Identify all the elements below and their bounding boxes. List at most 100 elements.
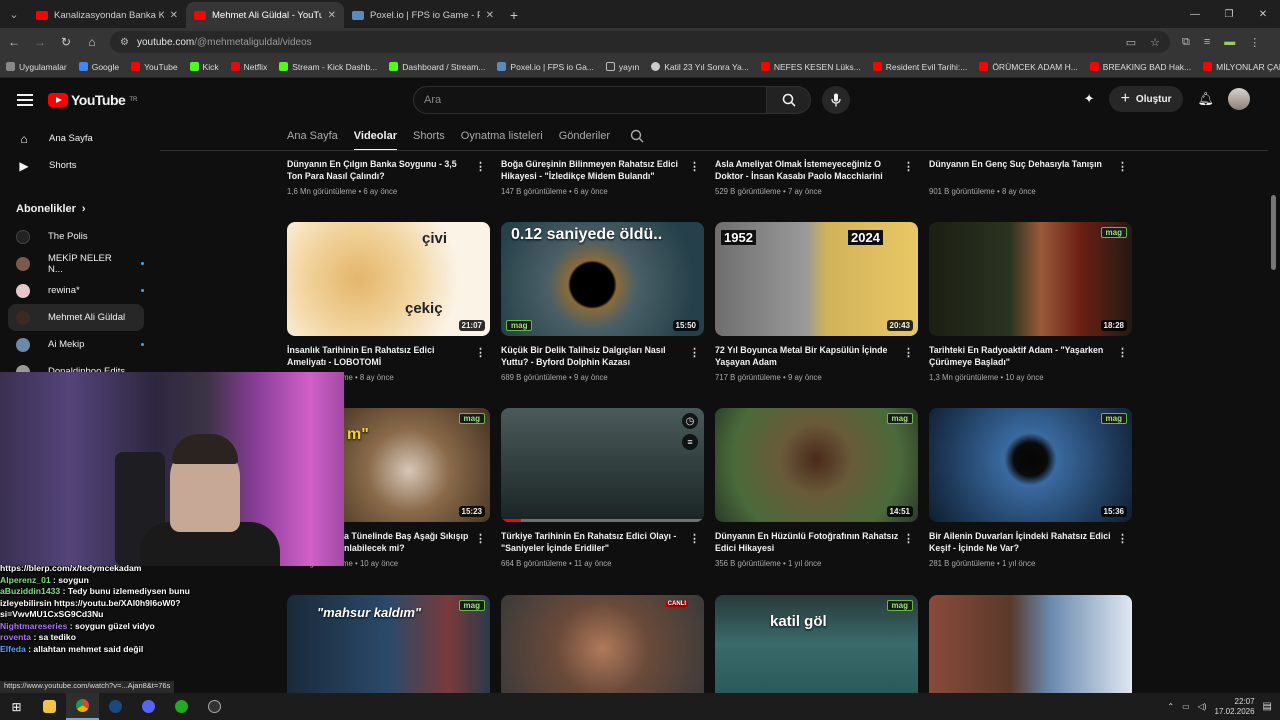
close-tab-icon[interactable]: ✕: [328, 10, 336, 21]
search-input[interactable]: Ara: [413, 86, 767, 114]
tab-home[interactable]: Ana Sayfa: [287, 130, 338, 142]
minimize-icon[interactable]: —: [1178, 0, 1212, 28]
tab-videos[interactable]: Videolar: [353, 130, 398, 151]
bookmark-katil[interactable]: Katil 23 Yıl Sonra Ya...: [651, 62, 749, 72]
browser-menu-icon[interactable]: ⋮: [1249, 36, 1260, 49]
page-scrollbar[interactable]: [1271, 195, 1276, 270]
watch-later-icon[interactable]: ◷: [682, 413, 698, 429]
bookmark-apps[interactable]: Uygulamalar: [6, 62, 67, 72]
notifications-bell-icon[interactable]: 🔔︎: [1197, 91, 1214, 107]
add-to-queue-icon[interactable]: ≡: [682, 434, 698, 450]
video-thumbnail[interactable]: [929, 595, 1132, 693]
notifications-icon[interactable]: ▤: [1263, 701, 1272, 712]
browser-tab-1[interactable]: Kanalizasyondan Banka Kasasın ✕: [28, 2, 186, 28]
url-bar[interactable]: ⚙ youtube.com /@mehmetaliguldal/videos ▭…: [110, 31, 1170, 53]
bookmark-kick-dashboard[interactable]: Stream - Kick Dashb...: [279, 62, 377, 72]
sidebar-sub-item[interactable]: The Polis: [8, 223, 144, 250]
sidebar-sub-item[interactable]: Ai Mekip: [8, 331, 144, 358]
search-button[interactable]: [767, 86, 811, 114]
more-actions-icon[interactable]: ⋮: [1117, 346, 1128, 359]
more-actions-icon[interactable]: ⋮: [903, 346, 914, 359]
bookmark-netflix[interactable]: Netflix: [230, 62, 267, 72]
hamburger-menu-icon[interactable]: [17, 94, 33, 106]
video-thumbnail[interactable]: "mahsur kaldım" mag: [287, 595, 490, 693]
account-avatar[interactable]: [1228, 88, 1250, 110]
video-card[interactable]: çivi çekiç 21:07 İnsanlık Tarihinin En R…: [287, 222, 490, 382]
tab-shorts[interactable]: Shorts: [413, 130, 445, 142]
video-card[interactable]: mag 18:28 Tarihteki En Radyoaktif Adam -…: [929, 222, 1132, 382]
media-controls-icon[interactable]: ≡: [1204, 36, 1210, 49]
more-actions-icon[interactable]: ⋮: [475, 532, 486, 545]
video-card[interactable]: Asla Ameliyat Olmak İstemeyeceğiniz O Do…: [715, 158, 918, 196]
more-actions-icon[interactable]: ⋮: [475, 160, 486, 173]
video-title[interactable]: 72 Yıl Boyunca Metal Bir Kapsülün İçinde…: [715, 344, 918, 370]
tab-search-button[interactable]: ⌄: [0, 0, 28, 28]
voice-search-button[interactable]: [822, 86, 850, 114]
back-icon[interactable]: ←: [2, 30, 26, 54]
video-thumbnail[interactable]: çivi çekiç 21:07: [287, 222, 490, 336]
bookmark-nefes[interactable]: NEFES KESEN Lüks...: [760, 62, 861, 72]
browser-tab-3[interactable]: Poxel.io | FPS io Game - Play Po ✕: [344, 2, 502, 28]
video-card[interactable]: CANLI: [501, 595, 704, 693]
network-icon[interactable]: ▭: [1182, 702, 1190, 711]
more-actions-icon[interactable]: ⋮: [903, 532, 914, 545]
video-thumbnail[interactable]: mag 14:51: [715, 408, 918, 522]
close-tab-icon[interactable]: ✕: [170, 10, 178, 21]
taskbar-xbox[interactable]: [165, 693, 198, 720]
more-actions-icon[interactable]: ⋮: [903, 160, 914, 173]
bookmark-kick[interactable]: Kick: [189, 62, 219, 72]
video-card[interactable]: Dünyanın En Genç Suç Dehasıyla Tanışın 9…: [929, 158, 1132, 196]
tab-posts[interactable]: Gönderiler: [559, 130, 610, 142]
video-card[interactable]: "mahsur kaldım" mag: [287, 595, 490, 693]
home-icon[interactable]: ⌂: [80, 30, 104, 54]
video-title[interactable]: Küçük Bir Delik Talihsiz Dalgıçları Nası…: [501, 344, 704, 370]
more-actions-icon[interactable]: ⋮: [689, 346, 700, 359]
bookmark-orumcek[interactable]: ÖRÜMCEK ADAM H...: [979, 62, 1078, 72]
video-thumbnail[interactable]: 1952 2024 20:43: [715, 222, 918, 336]
tab-playlists[interactable]: Oynatma listeleri: [461, 130, 543, 142]
taskbar-explorer[interactable]: [33, 693, 66, 720]
sidebar-item-shorts[interactable]: ▶ Shorts: [0, 152, 160, 179]
new-tab-button[interactable]: +: [502, 2, 526, 28]
sidebar-sub-item-selected[interactable]: Mehmet Ali Güldal: [8, 304, 144, 331]
video-title[interactable]: Dünyanın En Genç Suç Dehasıyla Tanışın: [929, 158, 1132, 184]
video-title[interactable]: Asla Ameliyat Olmak İstemeyeceğiniz O Do…: [715, 158, 918, 184]
taskbar-steam[interactable]: [99, 693, 132, 720]
taskbar-obs[interactable]: [198, 693, 231, 720]
bookmark-dashboard[interactable]: Dashboard / Stream...: [389, 62, 485, 72]
video-title[interactable]: Tarihteki En Radyoaktif Adam - "Yaşarken…: [929, 344, 1132, 370]
video-title[interactable]: Boğa Güreşinin Bilinmeyen Rahatsız Edici…: [501, 158, 704, 184]
video-card[interactable]: katil göl mag: [715, 595, 918, 693]
video-title[interactable]: Türkiye Tarihinin En Rahatsız Edici Olay…: [501, 530, 704, 556]
video-card[interactable]: mag 15:36 Bir Ailenin Duvarları İçindeki…: [929, 408, 1132, 568]
start-button[interactable]: ⊞: [0, 693, 33, 720]
close-window-icon[interactable]: ✕: [1246, 0, 1280, 28]
clock[interactable]: 22:07 17.02.2026: [1215, 697, 1255, 717]
video-card[interactable]: 1952 2024 20:43 72 Yıl Boyunca Metal Bir…: [715, 222, 918, 382]
bookmark-resident[interactable]: Resident Evil Tarihi:...: [872, 62, 967, 72]
video-thumbnail[interactable]: mag 15:36: [929, 408, 1132, 522]
browser-tab-2[interactable]: Mehmet Ali Güldal - YouTube ✕: [186, 2, 344, 28]
profile-icon[interactable]: ▬: [1224, 36, 1235, 49]
volume-icon[interactable]: ◁): [1198, 702, 1207, 711]
restore-icon[interactable]: ❐: [1212, 0, 1246, 28]
video-title[interactable]: Bir Ailenin Duvarları İçindeki Rahatsız …: [929, 530, 1132, 556]
youtube-logo[interactable]: YouTube TR: [48, 92, 137, 108]
video-title[interactable]: Dünyanın En Hüzünlü Fotoğrafının Rahatsı…: [715, 530, 918, 556]
forward-icon[interactable]: →: [28, 30, 52, 54]
close-tab-icon[interactable]: ✕: [486, 10, 494, 21]
taskbar-discord[interactable]: [132, 693, 165, 720]
bookmark-milyonlar[interactable]: MİLYONLAR ÇALAR...: [1203, 62, 1280, 72]
create-button[interactable]: + Oluştur: [1108, 86, 1184, 112]
bookmark-folder-yayin[interactable]: yayın: [605, 62, 639, 72]
video-card[interactable]: Dünyanın En Çılgın Banka Soygunu - 3,5 T…: [287, 158, 490, 196]
sidebar-sub-item[interactable]: MEKİP NELER N...: [8, 250, 144, 277]
video-card[interactable]: mag 14:51 Dünyanın En Hüzünlü Fotoğrafın…: [715, 408, 918, 568]
channel-search-icon[interactable]: [630, 129, 644, 143]
bookmark-google[interactable]: Google: [78, 62, 119, 72]
more-actions-icon[interactable]: ⋮: [1117, 160, 1128, 173]
video-thumbnail[interactable]: 0.12 saniyede öldü.. mag 15:50: [501, 222, 704, 336]
video-thumbnail[interactable]: ◷ ≡: [501, 408, 704, 522]
sidebar-item-home[interactable]: ⌂ Ana Sayfa: [0, 125, 160, 152]
studio-icon[interactable]: ✦: [1084, 91, 1095, 107]
